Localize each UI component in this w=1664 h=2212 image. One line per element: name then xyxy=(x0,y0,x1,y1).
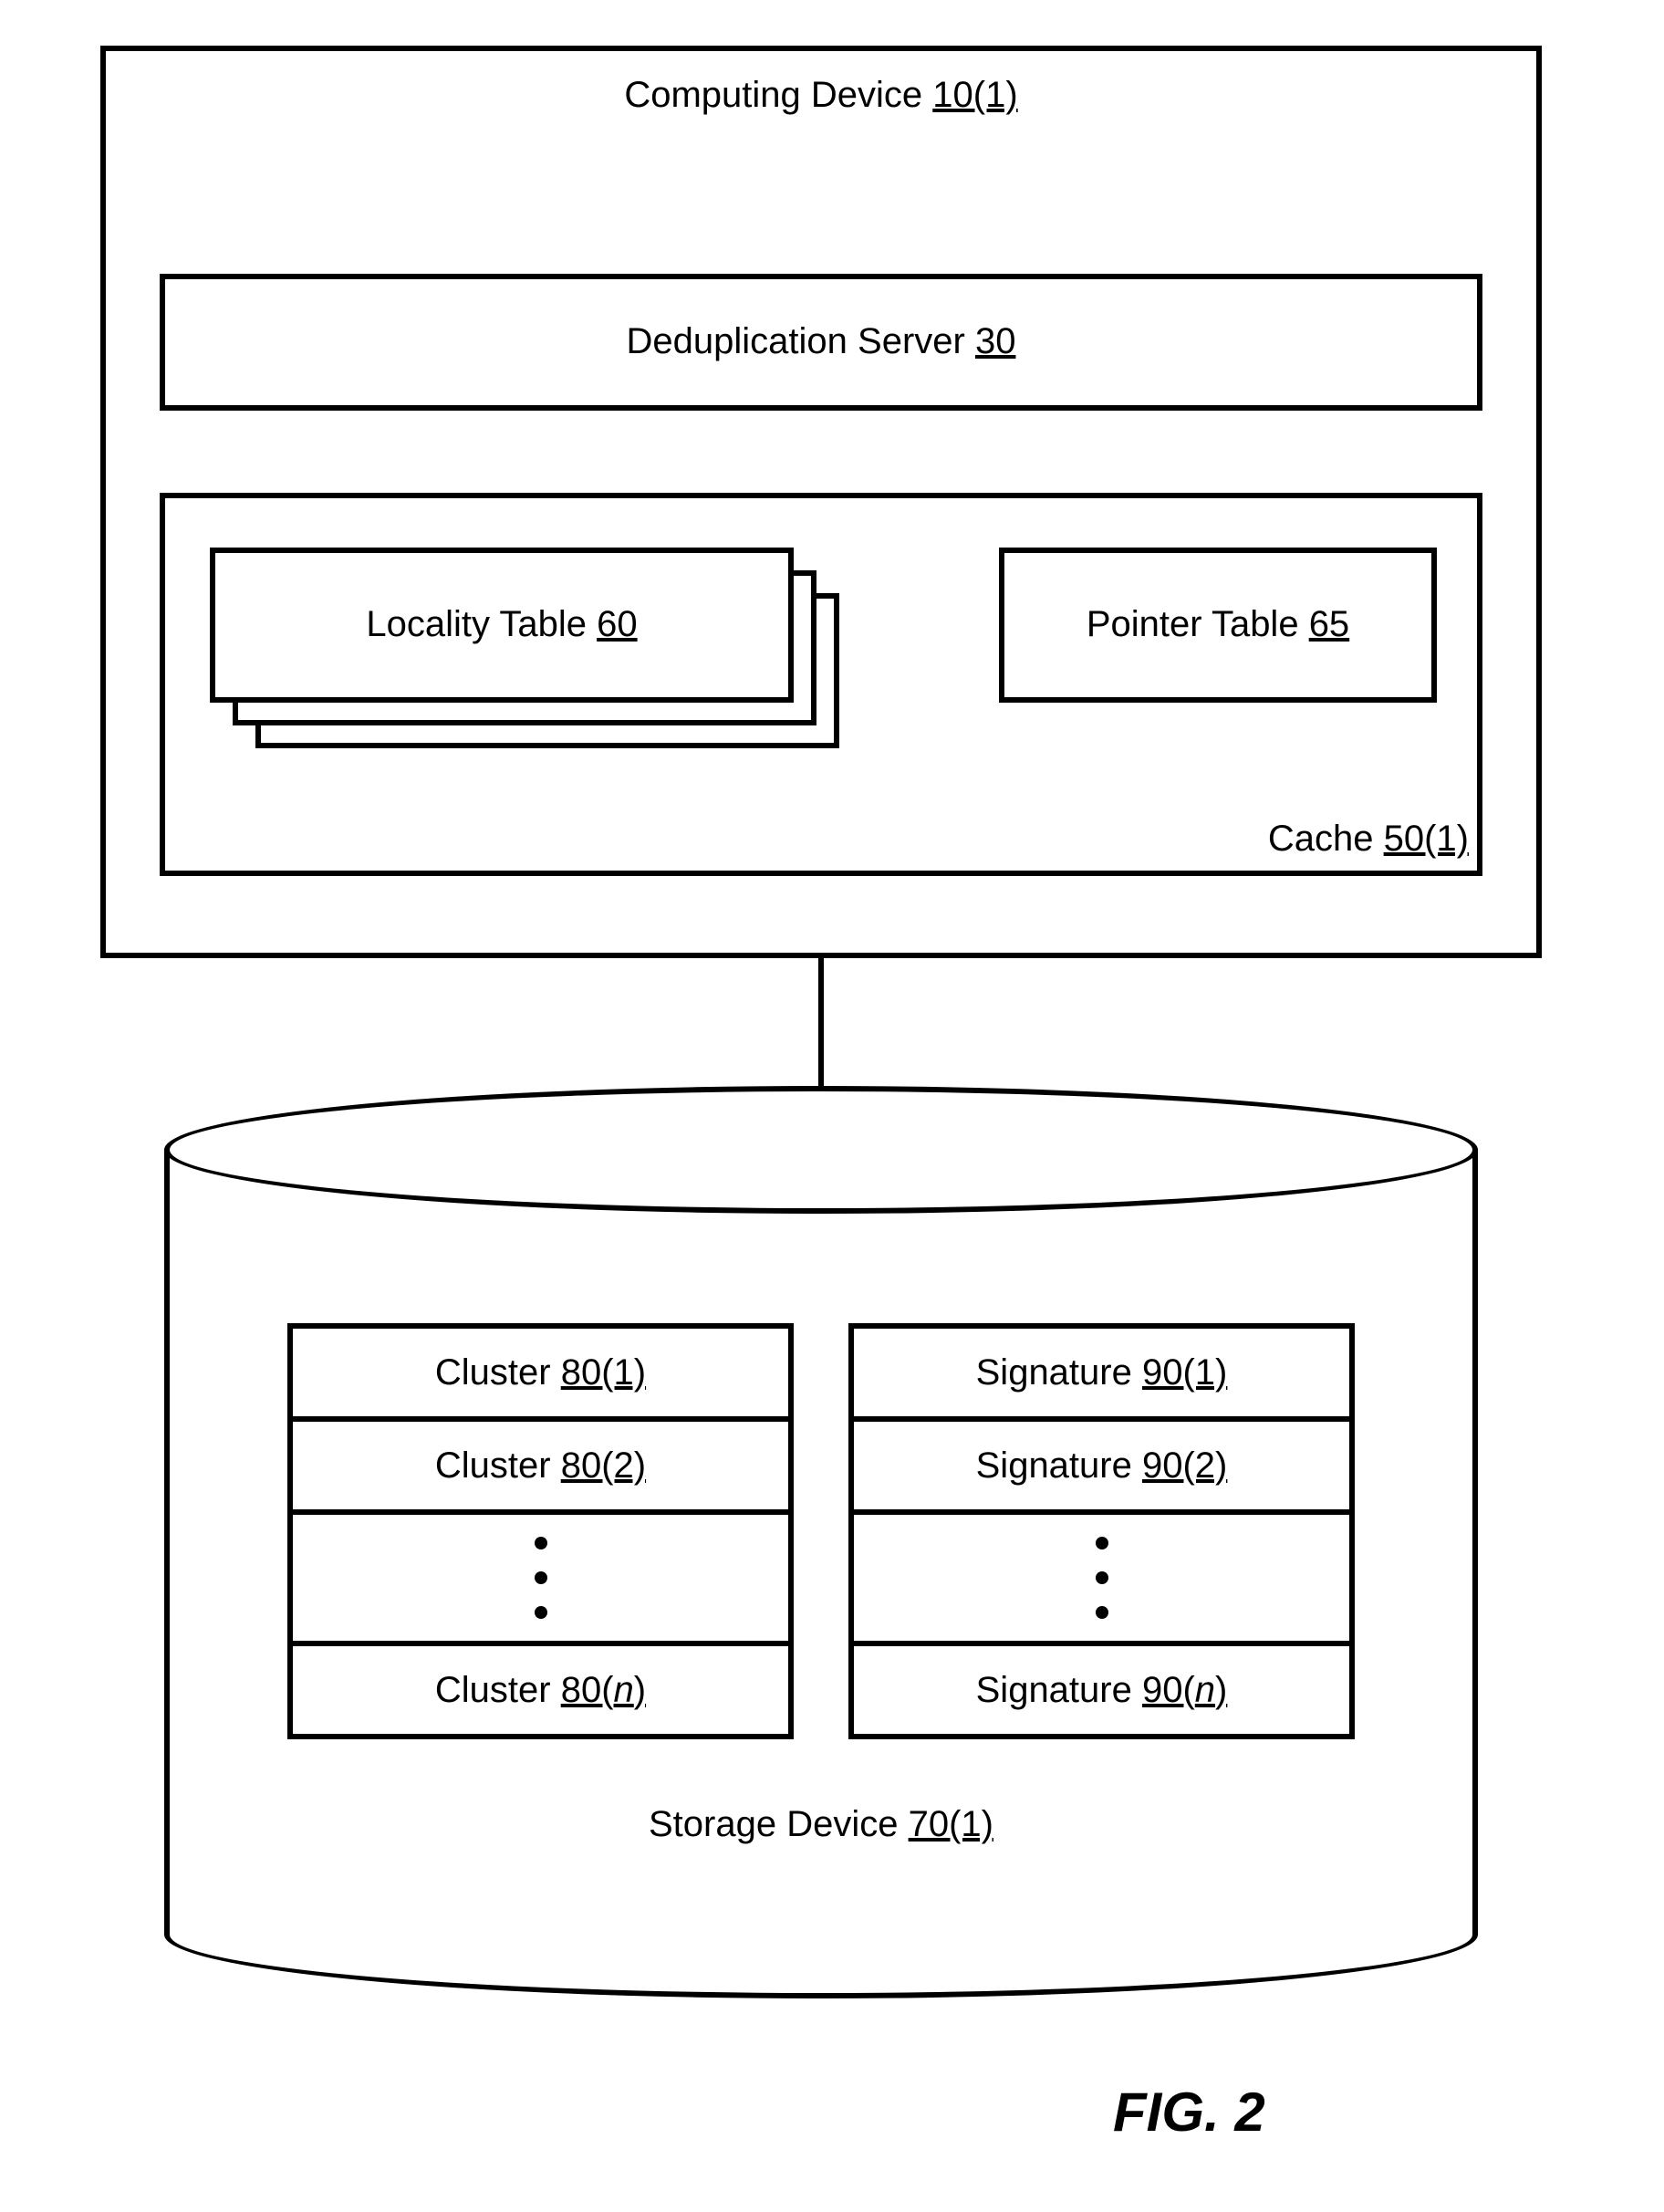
dedup-server-ref: 30 xyxy=(975,321,1016,361)
signature-2-text: Signature xyxy=(976,1445,1142,1486)
pointer-table-label: Pointer Table 65 xyxy=(999,602,1437,646)
dedup-server-label: Deduplication Server 30 xyxy=(160,319,1482,363)
cluster-row-2: Cluster 80(2) xyxy=(287,1416,794,1515)
cluster-2-text: Cluster xyxy=(435,1445,561,1486)
figure-caption: FIG. 2 xyxy=(1113,2081,1265,2144)
computing-device-ref: 10(1) xyxy=(932,75,1017,115)
computing-device-label: Computing Device 10(1) xyxy=(100,73,1542,117)
signature-row-ellipsis xyxy=(848,1509,1355,1646)
signature-row-1: Signature 90(1) xyxy=(848,1323,1355,1422)
cluster-2-ref: 80(2) xyxy=(561,1445,646,1486)
signature-n-ref: 90(n) xyxy=(1142,1670,1227,1710)
cluster-row-1: Cluster 80(1) xyxy=(287,1323,794,1422)
cache-label: Cache 50(1) xyxy=(1232,817,1469,861)
signature-1-text: Signature xyxy=(976,1352,1142,1393)
signature-1-ref: 90(1) xyxy=(1142,1352,1227,1393)
storage-device-label-text: Storage Device xyxy=(649,1804,909,1844)
signature-row-2: Signature 90(2) xyxy=(848,1416,1355,1515)
signature-ellipsis-icon xyxy=(1096,1537,1108,1619)
cluster-ellipsis-icon xyxy=(535,1537,547,1619)
storage-device-label: Storage Device 70(1) xyxy=(164,1802,1478,1846)
signature-n-text: Signature xyxy=(976,1670,1142,1710)
locality-table-label: Locality Table 60 xyxy=(210,602,794,646)
pointer-table-ref: 65 xyxy=(1309,604,1350,644)
diagram-canvas: Computing Device 10(1) Deduplication Ser… xyxy=(0,0,1664,2212)
cluster-n-text: Cluster xyxy=(435,1670,561,1710)
locality-table-label-text: Locality Table xyxy=(366,604,597,644)
cluster-1-ref: 80(1) xyxy=(561,1352,646,1393)
locality-table-ref: 60 xyxy=(597,604,638,644)
signature-row-n: Signature 90(n) xyxy=(848,1641,1355,1739)
cluster-row-n: Cluster 80(n) xyxy=(287,1641,794,1739)
pointer-table-label-text: Pointer Table xyxy=(1087,604,1309,644)
dedup-server-label-text: Deduplication Server xyxy=(627,321,975,361)
computing-device-label-text: Computing Device xyxy=(624,75,932,115)
cluster-row-ellipsis xyxy=(287,1509,794,1646)
storage-device-ref: 70(1) xyxy=(909,1804,993,1844)
cluster-n-ref: 80(n) xyxy=(561,1670,646,1710)
signature-2-ref: 90(2) xyxy=(1142,1445,1227,1486)
cluster-1-text: Cluster xyxy=(435,1352,561,1393)
cache-ref: 50(1) xyxy=(1384,819,1469,859)
cache-label-text: Cache xyxy=(1268,819,1384,859)
